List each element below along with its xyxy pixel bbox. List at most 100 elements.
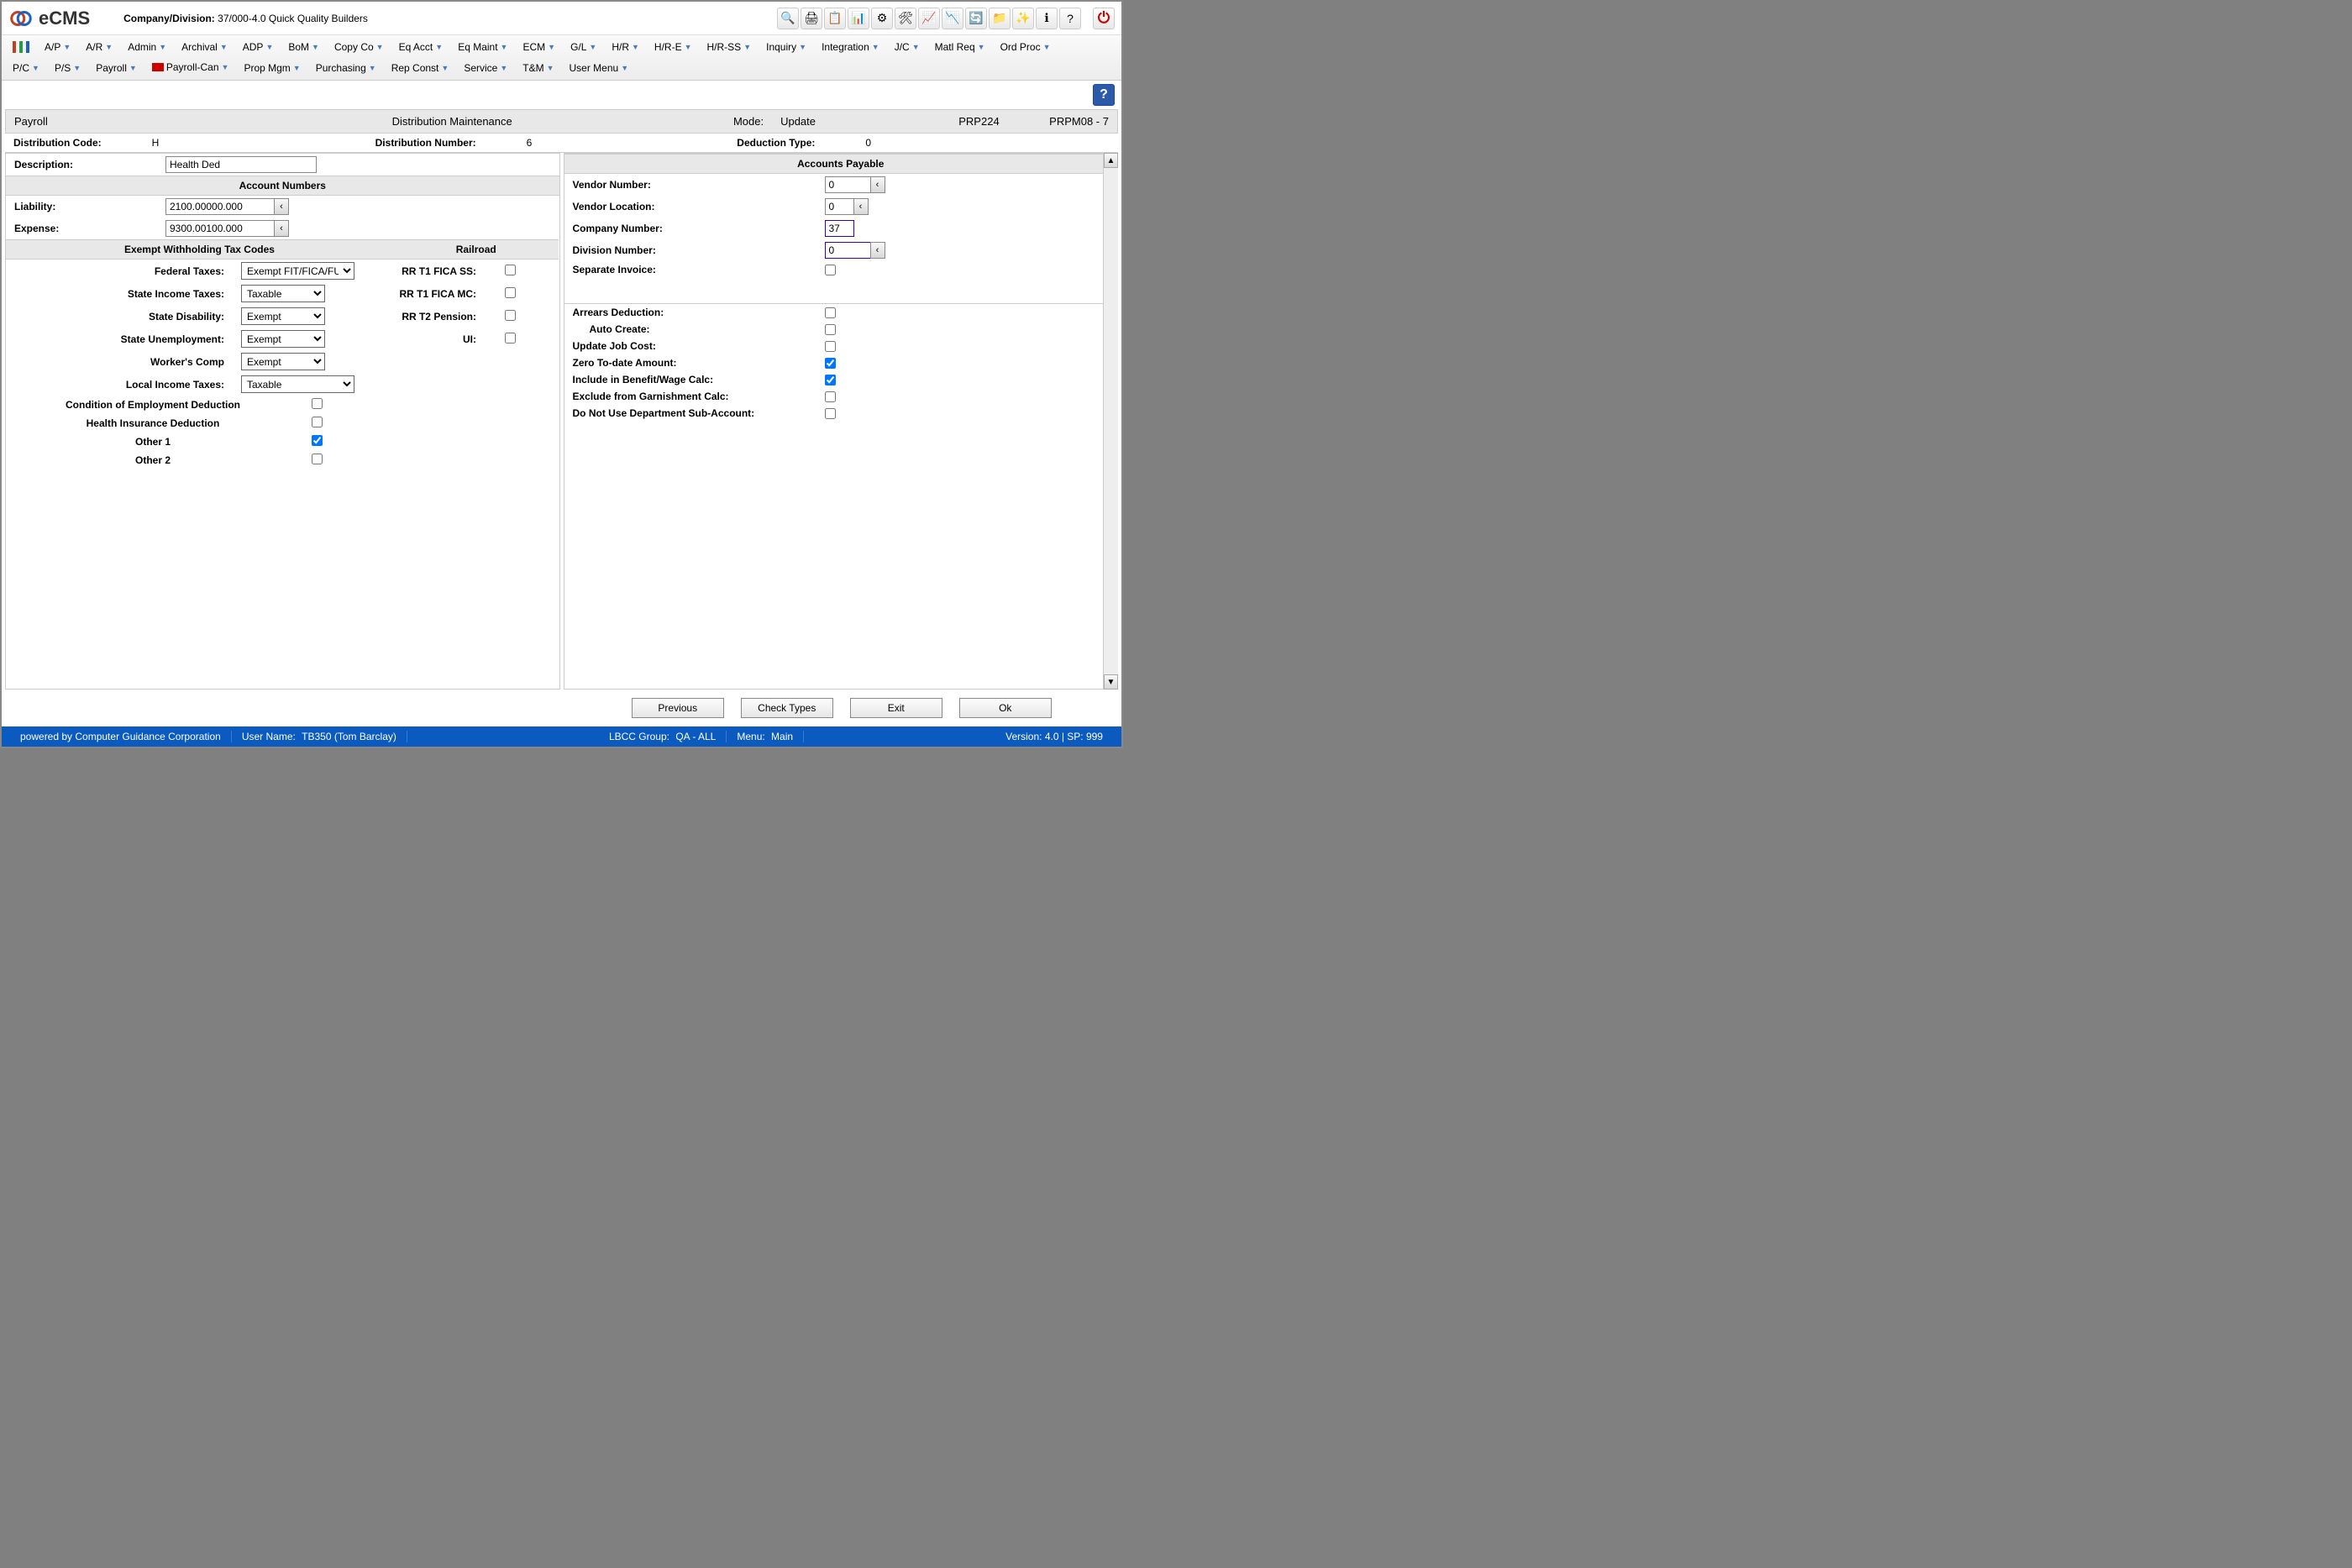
menu-bar: A/P▼A/R▼Admin▼Archival▼ADP▼BoM▼Copy Co▼E… bbox=[2, 35, 1121, 81]
dropdown-arrow-icon: ▼ bbox=[743, 43, 751, 51]
tax-select-0[interactable]: Exempt FIT/FICA/FUTA bbox=[241, 262, 354, 280]
rr-checkbox-3[interactable] bbox=[505, 333, 516, 343]
rr-checkbox-1[interactable] bbox=[505, 287, 516, 298]
menu-bom[interactable]: BoM▼ bbox=[281, 37, 327, 57]
menu-h-r-ss[interactable]: H/R-SS▼ bbox=[700, 37, 759, 57]
ok-button[interactable]: Ok bbox=[959, 698, 1052, 718]
dist-code-value: H bbox=[152, 137, 160, 149]
refresh-icon[interactable]: 🔄 bbox=[965, 8, 987, 29]
mode-value: Update bbox=[780, 115, 890, 128]
menu-a-r[interactable]: A/R▼ bbox=[78, 37, 120, 57]
menu-purchasing[interactable]: Purchasing▼ bbox=[308, 58, 384, 78]
menu-rep-const[interactable]: Rep Const▼ bbox=[384, 58, 457, 78]
right-flag-checkbox-3[interactable] bbox=[825, 358, 836, 369]
tax-select-1[interactable]: Taxable bbox=[241, 285, 325, 302]
help-icon[interactable]: ? bbox=[1059, 8, 1081, 29]
rr-checkbox-0[interactable] bbox=[505, 265, 516, 275]
info-icon[interactable]: ℹ bbox=[1036, 8, 1058, 29]
menu-label: Eq Acct bbox=[399, 41, 433, 53]
main-content: Description: Account Numbers Liability: … bbox=[5, 153, 1118, 690]
chart-icon[interactable]: 📊 bbox=[848, 8, 869, 29]
trend-up-icon[interactable]: 📈 bbox=[918, 8, 940, 29]
menu-ecm[interactable]: ECM▼ bbox=[515, 37, 563, 57]
notes-icon[interactable]: 📋 bbox=[824, 8, 846, 29]
left-checkbox-0[interactable] bbox=[312, 398, 323, 409]
vertical-scrollbar[interactable]: ▲ ▼ bbox=[1103, 153, 1118, 690]
right-flag-checkbox-2[interactable] bbox=[825, 341, 836, 352]
wizard-icon[interactable]: ✨ bbox=[1012, 8, 1034, 29]
menu-payroll-can[interactable]: Payroll-Can▼ bbox=[144, 57, 237, 77]
menu-matl-req[interactable]: Matl Req▼ bbox=[927, 37, 993, 57]
left-checkbox-1[interactable] bbox=[312, 417, 323, 427]
menu-integration[interactable]: Integration▼ bbox=[814, 37, 887, 57]
menu-label: Payroll-Can bbox=[166, 61, 219, 73]
vendor-location-lookup-button[interactable]: ‹ bbox=[853, 198, 869, 215]
liability-lookup-button[interactable]: ‹ bbox=[274, 198, 289, 215]
menu-h-r-e[interactable]: H/R-E▼ bbox=[647, 37, 700, 57]
menu-label: Purchasing bbox=[316, 62, 366, 74]
menu-admin[interactable]: Admin▼ bbox=[120, 37, 174, 57]
power-icon[interactable]: ⏻ bbox=[1093, 8, 1115, 29]
settings-icon[interactable]: ⚙ bbox=[871, 8, 893, 29]
scroll-down-arrow[interactable]: ▼ bbox=[1104, 674, 1118, 690]
menu-ord-proc[interactable]: Ord Proc▼ bbox=[993, 37, 1058, 57]
expense-lookup-button[interactable]: ‹ bbox=[274, 220, 289, 237]
menu-t-m[interactable]: T&M▼ bbox=[515, 58, 561, 78]
menu-label: T&M bbox=[522, 62, 543, 74]
search-icon[interactable]: 🔍 bbox=[777, 8, 799, 29]
dropdown-arrow-icon: ▼ bbox=[621, 64, 628, 72]
menu-archival[interactable]: Archival▼ bbox=[174, 37, 235, 57]
separate-invoice-checkbox[interactable] bbox=[825, 265, 836, 275]
folder-icon[interactable]: 📁 bbox=[989, 8, 1011, 29]
rr-checkbox-2[interactable] bbox=[505, 310, 516, 321]
tax-select-2[interactable]: Exempt bbox=[241, 307, 325, 325]
left-checkbox-3[interactable] bbox=[312, 454, 323, 464]
vendor-location-input[interactable] bbox=[825, 198, 854, 215]
dropdown-arrow-icon: ▼ bbox=[799, 43, 806, 51]
dropdown-arrow-icon: ▼ bbox=[369, 64, 376, 72]
vendor-number-input[interactable] bbox=[825, 176, 871, 193]
tax-select-3[interactable]: Exempt bbox=[241, 330, 325, 348]
expense-input[interactable] bbox=[165, 220, 275, 237]
menu-user-menu[interactable]: User Menu▼ bbox=[562, 58, 637, 78]
dropdown-arrow-icon: ▼ bbox=[548, 43, 555, 51]
menu-h-r[interactable]: H/R▼ bbox=[604, 37, 647, 57]
menu-eq-acct[interactable]: Eq Acct▼ bbox=[391, 37, 451, 57]
menu-service[interactable]: Service▼ bbox=[456, 58, 515, 78]
context-help-button[interactable]: ? bbox=[1093, 84, 1115, 106]
division-number-input[interactable] bbox=[825, 242, 871, 259]
right-flag-checkbox-4[interactable] bbox=[825, 375, 836, 385]
menu-p-s[interactable]: P/S▼ bbox=[47, 58, 88, 78]
menu-payroll[interactable]: Payroll▼ bbox=[88, 58, 144, 78]
scroll-up-arrow[interactable]: ▲ bbox=[1104, 153, 1118, 168]
vendor-number-lookup-button[interactable]: ‹ bbox=[870, 176, 885, 193]
trend-down-icon[interactable]: 📉 bbox=[942, 8, 963, 29]
menu-j-c[interactable]: J/C▼ bbox=[887, 37, 927, 57]
exit-button[interactable]: Exit bbox=[850, 698, 942, 718]
division-number-lookup-button[interactable]: ‹ bbox=[870, 242, 885, 259]
menu-copy-co[interactable]: Copy Co▼ bbox=[327, 37, 391, 57]
print-icon[interactable]: 🖨 bbox=[801, 8, 822, 29]
menu-inquiry[interactable]: Inquiry▼ bbox=[759, 37, 814, 57]
right-flag-checkbox-6[interactable] bbox=[825, 408, 836, 419]
menu-p-c[interactable]: P/C▼ bbox=[5, 58, 47, 78]
right-flag-checkbox-1[interactable] bbox=[825, 324, 836, 335]
liability-input[interactable] bbox=[165, 198, 275, 215]
previous-button[interactable]: Previous bbox=[632, 698, 724, 718]
menu-a-p[interactable]: A/P▼ bbox=[37, 37, 78, 57]
menu-prop-mgm[interactable]: Prop Mgm▼ bbox=[236, 58, 307, 78]
company-number-input[interactable] bbox=[825, 220, 854, 237]
right-flag-checkbox-0[interactable] bbox=[825, 307, 836, 318]
menu-adp[interactable]: ADP▼ bbox=[235, 37, 281, 57]
menu-g-l[interactable]: G/L▼ bbox=[563, 37, 604, 57]
menu-eq-maint[interactable]: Eq Maint▼ bbox=[450, 37, 515, 57]
dropdown-arrow-icon: ▼ bbox=[159, 43, 166, 51]
tax-select-4[interactable]: Exempt bbox=[241, 353, 325, 370]
description-input[interactable] bbox=[165, 156, 317, 173]
left-checkbox-2[interactable] bbox=[312, 435, 323, 446]
right-flag-checkbox-5[interactable] bbox=[825, 391, 836, 402]
menu-apps-icon[interactable] bbox=[5, 37, 37, 57]
tools-icon[interactable]: 🛠 bbox=[895, 8, 916, 29]
tax-select-5[interactable]: Taxable bbox=[241, 375, 354, 393]
check-types-button[interactable]: Check Types bbox=[741, 698, 833, 718]
